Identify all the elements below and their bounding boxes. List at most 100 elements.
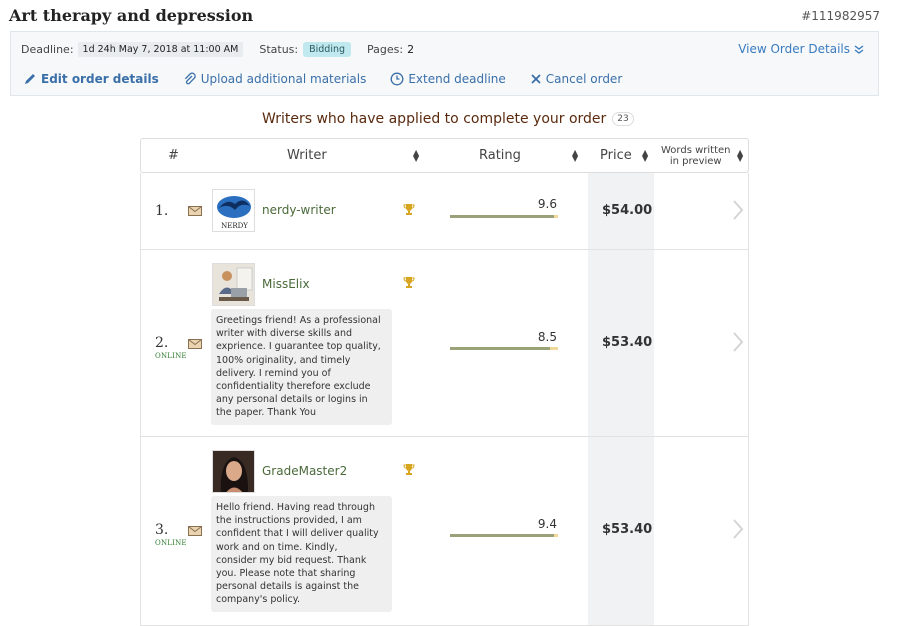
avatar-label: NERDY [221,222,248,230]
extend-deadline-label: Extend deadline [408,72,506,86]
message-line: company's policy. [216,594,300,606]
cancel-order-label: Cancel order [545,72,623,86]
message-line: the paper. Thank You [216,407,316,419]
sort-icon: ▲ ▼ [413,147,420,163]
order-actions: Edit order details Upload additional mat… [23,72,646,86]
close-icon [531,74,541,84]
chevron-right-icon[interactable] [732,199,744,221]
rating-value: 8.5 [537,330,557,344]
message-line: you. Please note that sharing [216,568,356,580]
upload-materials-button[interactable]: Upload additional materials [183,72,367,86]
message-line: work and on time. Kindly, [216,541,338,553]
envelope-icon[interactable] [188,526,202,536]
nerdy-logo: NERDY [217,196,251,230]
double-chevron-down-icon [854,45,864,54]
rating-bar [450,534,558,537]
envelope-icon[interactable] [188,206,202,216]
message-line: delivery. I remind you of [216,367,331,379]
message-line: consider my bid request. Thank [216,554,367,566]
sort-icon: ▲ ▼ [642,147,649,163]
edit-order-details-label: Edit order details [41,72,159,86]
upload-materials-label: Upload additional materials [200,72,367,86]
edit-order-details-button[interactable]: Edit order details [23,72,159,86]
writer-row[interactable]: 1. NERDY nerdy-writer 9.6 $54.00 [140,173,749,250]
order-info-panel: Deadline: 1d 24h May 7, 2018 at 11:00 AM… [10,31,879,96]
online-status: ONLINE [155,352,187,360]
rating-value: 9.4 [537,517,557,531]
order-title: Art therapy and depression [9,6,254,25]
header-rating: Rating [479,148,521,163]
writers-table: # Writer ▲ ▼ Rating ▲ ▼ Price ▲ ▼ Words wri… [140,138,749,626]
sort-price-button[interactable]: ▲ ▼ [636,139,648,172]
sort-words-button[interactable]: ▲ ▼ [731,139,743,172]
status-label: Status: [259,43,299,56]
rating-bar [450,215,558,218]
header-words-written: Words written in preview [661,139,731,172]
writer-name-link[interactable]: MissElix [262,277,310,291]
applied-writers-title: Writers who have applied to complete you… [262,111,607,127]
deadline-label: Deadline: [21,43,74,56]
writer-name-link[interactable]: nerdy-writer [262,203,336,217]
table-header: # Writer ▲ ▼ Rating ▲ ▼ Price ▲ ▼ Words wri… [140,138,749,173]
writer-row[interactable]: 2. ONLINE MissElix Greetings friend! As … [140,250,749,437]
extend-deadline-button[interactable]: Extend deadline [390,72,506,86]
row-number: 1. [155,203,169,219]
pages-label: Pages: [367,43,404,56]
writer-photo [213,264,254,305]
order-meta: Deadline: 1d 24h May 7, 2018 at 11:00 AM… [21,42,414,57]
rating-bar [450,347,558,350]
message-line: any personal details or logins in [216,394,368,406]
message-line: the instructions provided, I am [216,515,362,527]
rating-bar-fill [450,215,554,218]
chevron-right-icon[interactable] [732,331,744,353]
bid-price: $53.40 [602,522,653,537]
bid-message: Hello friend. Having read through the in… [211,496,392,612]
cancel-order-button[interactable]: Cancel order [530,72,622,86]
bid-price: $54.00 [602,203,653,218]
message-line: Greetings friend! As a professional [216,315,381,326]
avatar [212,263,255,306]
deadline-value: 1d 24h May 7, 2018 at 11:00 AM [77,42,244,57]
applied-count-badge: 23 [612,112,634,126]
trophy-icon [403,277,415,288]
paperclip-icon [184,72,196,85]
trophy-icon [403,464,415,475]
rating-bar-fill [450,534,554,537]
writer-row[interactable]: 3. ONLINE GradeMaster2 Hello friend. Hav… [140,437,749,626]
bid-message: Greetings friend! As a professional writ… [211,309,392,425]
message-line: Hello friend. Having read through [216,502,375,513]
message-line: confidentiality therefore exclude [216,381,371,393]
avatar [212,450,255,493]
rating-value: 9.6 [537,197,557,211]
pencil-icon [25,74,35,84]
view-order-details-link[interactable]: View Order Details [738,42,864,56]
sort-writer-button[interactable]: ▲ ▼ [407,139,419,172]
header-words-line1: Words written [661,144,731,156]
row-number: 2. [155,335,169,351]
sort-rating-button[interactable]: ▲ ▼ [566,139,578,172]
chevron-right-icon[interactable] [732,518,744,540]
message-line: exprience. I guarantee top quality, [216,341,381,353]
online-status: ONLINE [155,539,187,547]
sort-icon: ▲ ▼ [737,147,744,163]
view-order-details-label: View Order Details [738,42,850,56]
bid-price: $53.40 [602,335,653,350]
sort-icon: ▲ ▼ [572,147,579,163]
pages-value: 2 [407,43,415,56]
header-words-line2: in preview [669,155,722,167]
envelope-icon[interactable] [188,339,202,349]
clock-icon [390,72,404,86]
message-line: writer with diverse skills and [216,328,353,340]
header-price: Price [600,148,632,163]
applied-writers-heading: Writers who have applied to complete you… [262,111,634,127]
message-line: 100% originality, and timely [216,354,351,366]
status-badge: Bidding [303,42,352,57]
message-line: personal details is against the [216,581,359,593]
trophy-icon [403,204,415,215]
header-num: # [168,148,179,163]
writer-name-link[interactable]: GradeMaster2 [262,464,347,478]
writer-photo [213,451,254,492]
header-writer: Writer [287,148,327,163]
message-line: confident that I will deliver quality [216,528,379,540]
avatar: NERDY [212,189,255,232]
